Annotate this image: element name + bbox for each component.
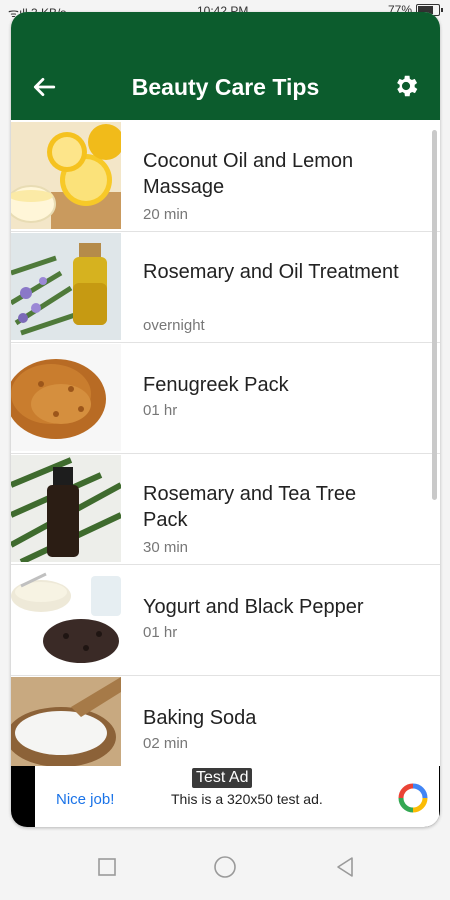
- list-item[interactable]: Baking Soda 02 min: [11, 675, 440, 766]
- ad-link[interactable]: Nice job!: [56, 791, 114, 808]
- tip-duration: 20 min: [143, 206, 189, 223]
- list-item[interactable]: Rosemary and Tea Tree Pack 30 min: [11, 453, 440, 565]
- system-nav-bar: [0, 836, 450, 900]
- list-item[interactable]: Rosemary and Oil Treatment overnight: [11, 231, 440, 343]
- ad-logo-icon: [398, 783, 428, 813]
- baking-soda-image: [11, 677, 121, 766]
- tip-duration: 02 min: [143, 735, 189, 752]
- yogurt-pepper-image: [11, 566, 121, 673]
- tip-duration: 01 hr: [143, 402, 178, 419]
- list-item[interactable]: Fenugreek Pack 01 hr: [11, 342, 440, 454]
- tip-name: Rosemary and Tea Tree Pack: [143, 483, 357, 531]
- ad-banner[interactable]: Nice job! This is a 320x50 test ad. Test…: [11, 766, 440, 827]
- app-screen: Beauty Care Tips Coconut Oil and Lemon M…: [11, 12, 440, 827]
- rosemary-oil-image: [11, 233, 121, 340]
- fenugreek-image: [11, 344, 121, 451]
- lemon-oil-image: [11, 122, 121, 229]
- gear-icon[interactable]: [392, 72, 420, 100]
- tip-duration: 30 min: [143, 539, 189, 556]
- tip-name: Yogurt and Black Pepper: [143, 596, 364, 618]
- list-item[interactable]: Coconut Oil and Lemon Massage 20 min: [11, 120, 440, 232]
- list-item[interactable]: Yogurt and Black Pepper 01 hr: [11, 564, 440, 676]
- tip-name: Baking Soda: [143, 707, 257, 729]
- ad-text: This is a 320x50 test ad.: [171, 791, 323, 807]
- tips-list: Coconut Oil and Lemon Massage 20 min Ros…: [11, 120, 440, 766]
- home-icon[interactable]: [210, 852, 240, 882]
- tip-name: Fenugreek Pack: [143, 374, 289, 396]
- tip-name: Rosemary and Oil Treatment: [143, 261, 399, 283]
- test-ad-badge: Test Ad: [192, 768, 253, 788]
- scrollbar[interactable]: [432, 130, 437, 500]
- tip-duration: 01 hr: [143, 624, 178, 641]
- page-title: Beauty Care Tips: [131, 74, 320, 100]
- recents-icon[interactable]: [92, 852, 122, 882]
- app-bar: Beauty Care Tips: [11, 12, 440, 120]
- tea-tree-oil-image: [11, 455, 121, 562]
- back-triangle-icon[interactable]: [330, 852, 360, 882]
- tip-name: Coconut Oil and Lemon Massage: [143, 150, 354, 198]
- tip-duration: overnight: [143, 317, 205, 334]
